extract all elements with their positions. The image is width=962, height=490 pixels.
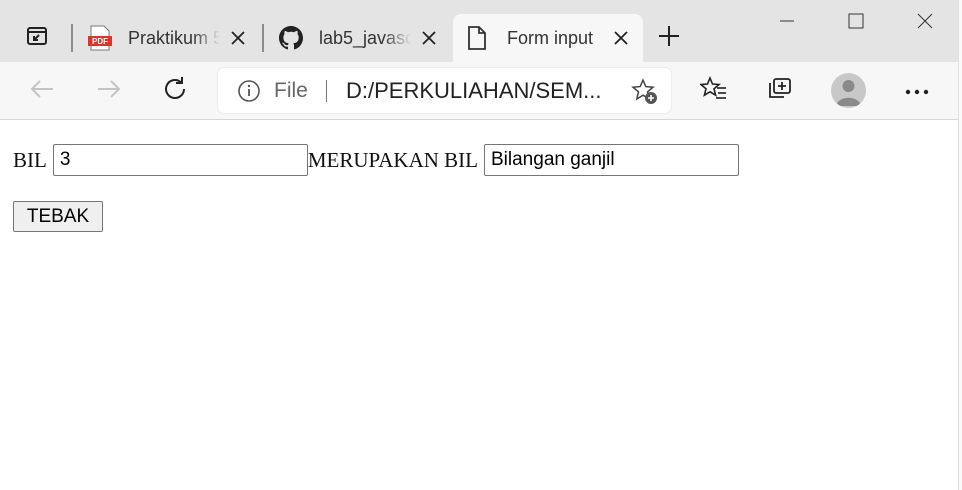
refresh-button[interactable] xyxy=(155,72,195,110)
plus-icon xyxy=(658,25,680,52)
result-output[interactable] xyxy=(484,144,739,176)
more-menu-button[interactable] xyxy=(897,72,937,110)
avatar[interactable] xyxy=(831,73,866,108)
tab-lab5[interactable]: lab5_javascript xyxy=(267,14,451,62)
page-content: BIL MERUPAKAN BIL TEBAK xyxy=(0,121,962,490)
more-icon xyxy=(905,82,929,100)
add-favorite-icon[interactable] xyxy=(631,78,659,106)
address-scheme: File xyxy=(274,79,308,102)
pdf-icon: PDF xyxy=(86,24,114,52)
result-label: MERUPAKAN BIL xyxy=(307,147,478,172)
address-url[interactable]: D:/PERKULIAHAN/SEM... xyxy=(346,78,611,104)
window-edge xyxy=(958,0,962,490)
forward-arrow-icon xyxy=(96,78,122,105)
close-tab-icon[interactable] xyxy=(228,28,248,48)
maximize-button[interactable] xyxy=(833,6,879,40)
tab-form-input[interactable]: Form input xyxy=(453,14,643,62)
maximize-icon xyxy=(848,13,864,34)
minimize-button[interactable] xyxy=(764,6,810,40)
github-icon xyxy=(277,24,305,52)
back-button[interactable] xyxy=(22,72,62,110)
collections-icon xyxy=(766,75,794,108)
close-tab-icon[interactable] xyxy=(611,28,631,48)
tab-title: lab5_javascript xyxy=(319,27,411,48)
back-arrow-icon xyxy=(29,78,55,105)
form-row: BIL MERUPAKAN BIL xyxy=(13,144,739,176)
close-icon xyxy=(917,13,933,34)
refresh-icon xyxy=(161,75,189,108)
tab-title: Form input xyxy=(507,27,594,48)
pdf-badge-text: PDF xyxy=(92,37,108,46)
minimize-icon xyxy=(779,13,795,34)
tab-strip: PDF Praktikum 5 lab5_javascript Form inp… xyxy=(0,0,962,62)
tab-actions-icon xyxy=(26,25,48,52)
tab-praktikum[interactable]: PDF Praktikum 5 xyxy=(76,14,260,62)
page-icon xyxy=(463,24,491,52)
address-bar[interactable]: File D:/PERKULIAHAN/SEM... xyxy=(218,68,671,113)
tab-title: Praktikum 5 xyxy=(128,27,220,48)
favorites-icon xyxy=(699,75,728,107)
bil-input[interactable] xyxy=(52,144,308,176)
tebak-button[interactable]: TEBAK xyxy=(13,201,103,232)
favorites-button[interactable] xyxy=(694,72,734,110)
tab-separator xyxy=(71,24,73,52)
info-icon[interactable] xyxy=(236,78,262,104)
browser-toolbar: File D:/PERKULIAHAN/SEM... xyxy=(0,62,962,120)
tab-separator xyxy=(262,24,264,52)
bil-label: BIL xyxy=(13,147,47,172)
tab-actions-button[interactable] xyxy=(17,19,57,57)
forward-button[interactable] xyxy=(89,72,129,110)
close-window-button[interactable] xyxy=(902,6,948,40)
address-divider xyxy=(326,80,327,102)
close-tab-icon[interactable] xyxy=(419,28,439,48)
new-tab-button[interactable] xyxy=(650,21,688,55)
collections-button[interactable] xyxy=(760,72,800,110)
